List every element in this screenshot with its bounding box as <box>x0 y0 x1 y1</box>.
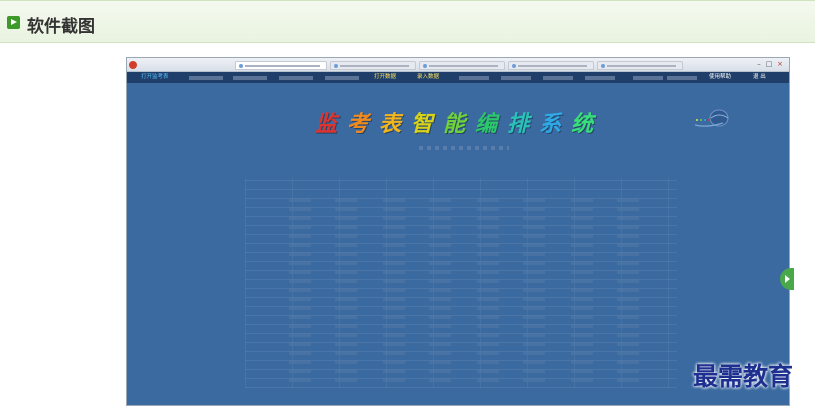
menu-item[interactable] <box>279 76 313 80</box>
app-title-char: 编 <box>475 111 508 137</box>
browser-tab[interactable] <box>508 61 594 70</box>
menu-item[interactable] <box>233 76 267 80</box>
menu-item-exit[interactable]: 退 出 <box>753 73 766 82</box>
menu-item[interactable] <box>325 76 359 80</box>
app-title-char: 监 <box>315 111 348 137</box>
menu-item-open-data[interactable]: 打开数据 <box>374 73 396 82</box>
app-title-char: 表 <box>379 111 412 137</box>
app-title-char: 统 <box>571 111 604 137</box>
menu-item[interactable] <box>501 76 531 80</box>
menu-item[interactable] <box>459 76 489 80</box>
app-title: 监考表智能编排系统 <box>315 106 604 137</box>
browser-tab[interactable] <box>419 61 505 70</box>
browser-tab[interactable] <box>235 61 327 70</box>
software-screenshot: – □ × 打开监考表 打开数据 录入数据 使用帮助 退 出 监考表智能编排系统 <box>126 57 790 406</box>
menu-item[interactable] <box>543 76 573 80</box>
menu-item-help[interactable]: 使用帮助 <box>709 73 731 82</box>
menu-item[interactable] <box>585 76 615 80</box>
browser-tab[interactable] <box>330 61 416 70</box>
browser-tab[interactable] <box>597 61 683 70</box>
close-icon[interactable]: × <box>776 61 784 68</box>
app-title-char: 考 <box>347 111 380 137</box>
menu-item-enter-data[interactable]: 录入数据 <box>417 73 439 82</box>
minimize-icon[interactable]: – <box>755 61 763 68</box>
app-menubar: 打开监考表 打开数据 录入数据 使用帮助 退 出 <box>127 72 789 83</box>
app-title-char: 系 <box>539 111 572 137</box>
menu-item-open-exam-table[interactable]: 打开监考表 <box>141 73 169 82</box>
section-header: 软件截图 <box>0 0 815 43</box>
menu-item[interactable] <box>667 76 697 80</box>
menu-item[interactable] <box>189 76 223 80</box>
watermark-logo: 最需教育 <box>693 362 794 391</box>
background-data-table <box>245 178 677 388</box>
globe-logo-icon <box>694 109 729 127</box>
menu-item[interactable] <box>633 76 663 80</box>
app-logo-icon <box>129 61 137 69</box>
app-title-char: 智 <box>411 111 444 137</box>
app-subtitle <box>419 146 509 150</box>
app-title-char: 能 <box>443 111 476 137</box>
app-title-char: 排 <box>507 111 540 137</box>
section-title: 软件截图 <box>27 17 95 37</box>
maximize-icon[interactable]: □ <box>765 61 773 68</box>
browser-title-bar: – □ × <box>127 58 789 72</box>
play-icon <box>7 16 20 29</box>
